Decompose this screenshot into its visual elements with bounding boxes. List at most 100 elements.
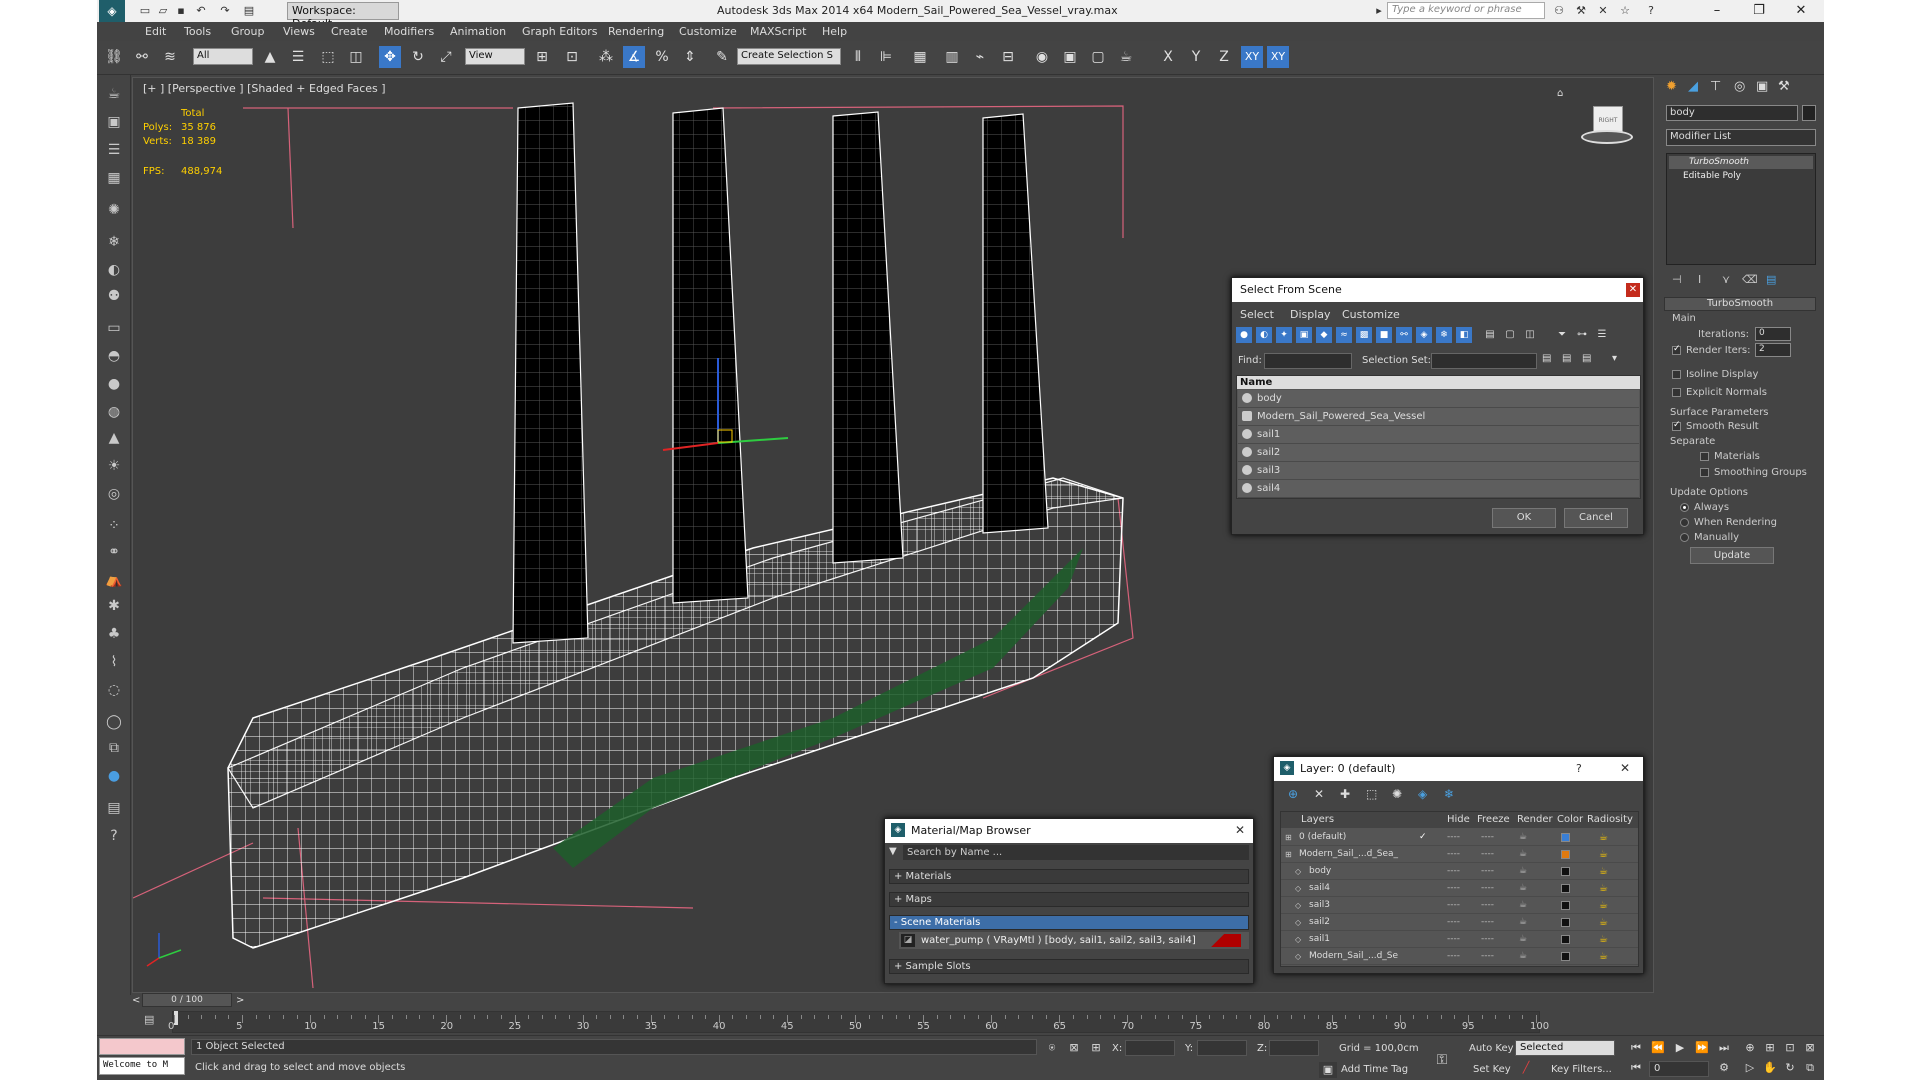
- y-coord-field[interactable]: [1197, 1040, 1247, 1056]
- blue-sphere-icon[interactable]: ●: [102, 765, 126, 787]
- image-icon[interactable]: ▣: [102, 111, 126, 133]
- layer-row[interactable]: ◇ sail2 ---- ---- ☕ ☕: [1281, 914, 1638, 931]
- object-name-field[interactable]: body: [1666, 105, 1798, 121]
- layer-expand-icon[interactable]: ◇: [1295, 880, 1301, 897]
- axis-constraint-z[interactable]: Z: [1213, 46, 1235, 68]
- menu-rendering[interactable]: Rendering: [608, 25, 664, 38]
- render-toggle[interactable]: ☕: [1519, 846, 1527, 863]
- layer-color-swatch[interactable]: [1561, 935, 1570, 944]
- maximize-viewport-icon[interactable]: ⧉: [1801, 1060, 1819, 1076]
- undo-icon[interactable]: ↶: [193, 3, 209, 19]
- time-slider-next[interactable]: >: [236, 995, 244, 1006]
- menu-help[interactable]: Help: [822, 25, 847, 38]
- cancel-button[interactable]: Cancel: [1564, 508, 1628, 528]
- mini-curve-editor-icon[interactable]: ▤: [144, 1013, 154, 1026]
- axis-constraint-y[interactable]: Y: [1185, 46, 1207, 68]
- hemisphere-icon[interactable]: ◓: [102, 345, 126, 367]
- layer-active-check[interactable]: [1419, 931, 1429, 941]
- turbosmooth-rollout-header[interactable]: TurboSmooth: [1664, 297, 1816, 311]
- filter-xrefs-icon[interactable]: ■: [1376, 327, 1392, 343]
- maxscript-listener[interactable]: Welcome to M: [99, 1057, 185, 1075]
- configure-modifiers-icon[interactable]: ▤: [1766, 273, 1776, 286]
- hair-icon[interactable]: ⚉: [102, 285, 126, 307]
- filter-hidden-icon[interactable]: ◧: [1456, 327, 1472, 343]
- display-icon[interactable]: ▤: [102, 797, 126, 819]
- layer-active-check[interactable]: [1419, 948, 1429, 958]
- set-more-icon[interactable]: ▾: [1612, 353, 1617, 364]
- field-of-view-icon[interactable]: ▷: [1741, 1060, 1759, 1076]
- delete-layer-icon[interactable]: ✕: [1314, 787, 1324, 801]
- selection-filter-dropdown[interactable]: All: [193, 48, 253, 65]
- sfs-menu-customize[interactable]: Customize: [1342, 308, 1400, 321]
- hierarchy-tab-icon[interactable]: ⊤: [1710, 79, 1721, 94]
- edit-named-selection-icon[interactable]: ✎: [711, 46, 733, 68]
- cone-icon[interactable]: ▲: [102, 427, 126, 449]
- layer-row[interactable]: ◇ Modern_Sail_...d_Se ---- ---- ☕ ☕: [1281, 948, 1638, 965]
- render-toggle[interactable]: ☕: [1519, 914, 1527, 931]
- time-config-icon[interactable]: ⚙: [1715, 1060, 1733, 1076]
- menu-animation[interactable]: Animation: [450, 25, 506, 38]
- filter-groups-icon[interactable]: ▩: [1356, 327, 1372, 343]
- next-frame-icon[interactable]: ⏩: [1693, 1040, 1711, 1056]
- layer-dialog-help-button[interactable]: ?: [1576, 762, 1582, 775]
- hide-all-icon[interactable]: ◈: [1418, 787, 1427, 801]
- render-toggle[interactable]: ☕: [1519, 880, 1527, 897]
- bind-space-warp-icon[interactable]: ≋: [159, 46, 181, 68]
- set-key-button[interactable]: Set Key: [1473, 1064, 1511, 1075]
- graphite-tools-icon[interactable]: ▥: [941, 46, 963, 68]
- menu-graph-editors[interactable]: Graph Editors: [522, 25, 598, 38]
- update-button[interactable]: Update: [1690, 547, 1774, 564]
- layer-color-swatch[interactable]: [1561, 952, 1570, 961]
- make-unique-icon[interactable]: ⋎: [1722, 273, 1730, 286]
- filter-funnel-icon[interactable]: ⏷: [1554, 327, 1570, 343]
- radiosity-teapot-icon[interactable]: ☕: [1599, 863, 1608, 880]
- maxscript-listener-pink[interactable]: [99, 1038, 185, 1055]
- layer-active-check[interactable]: [1419, 880, 1429, 890]
- shell-icon[interactable]: ✱: [102, 595, 126, 617]
- current-frame-field[interactable]: 0: [1649, 1061, 1709, 1077]
- find-input[interactable]: [1264, 353, 1352, 369]
- update-when-rendering-radio[interactable]: [1680, 518, 1689, 527]
- new-file-icon[interactable]: ▭: [137, 3, 153, 19]
- key-filter-icon[interactable]: ╱: [1517, 1060, 1535, 1076]
- modifier-stack-icon[interactable]: ⧉: [102, 737, 126, 759]
- box-icon[interactable]: ▭: [102, 317, 126, 339]
- update-manually-radio[interactable]: [1680, 533, 1689, 542]
- globe-icon[interactable]: ◎: [102, 483, 126, 505]
- spinner-snap-icon[interactable]: ⇕: [679, 46, 701, 68]
- redo-icon[interactable]: ↷: [217, 3, 233, 19]
- menu-maxscript[interactable]: MAXScript: [750, 25, 806, 38]
- filter-geometry-icon[interactable]: ●: [1236, 327, 1252, 343]
- sphere-map-icon[interactable]: ◯: [102, 711, 126, 733]
- select-invert-icon[interactable]: ◫: [1522, 327, 1538, 343]
- menu-views[interactable]: Views: [283, 25, 315, 38]
- orbit-icon[interactable]: ↻: [1781, 1060, 1799, 1076]
- set-select-icon[interactable]: ▤: [1582, 353, 1591, 364]
- materials-checkbox[interactable]: [1700, 452, 1709, 461]
- curve-editor-icon[interactable]: ⌁: [969, 46, 991, 68]
- hide-toggle[interactable]: ----: [1447, 914, 1460, 931]
- sort-icon[interactable]: ☰: [1594, 327, 1610, 343]
- smoothing-groups-checkbox[interactable]: [1700, 468, 1709, 477]
- set-remove-icon[interactable]: ▤: [1562, 353, 1571, 364]
- layer-row[interactable]: ⊞ Modern_Sail_...d_Sea_ ---- ---- ☕ ☕: [1281, 846, 1638, 863]
- axis-constraint-x[interactable]: X: [1157, 46, 1179, 68]
- update-always-radio[interactable]: [1680, 503, 1689, 512]
- layer-expand-icon[interactable]: ◇: [1295, 931, 1301, 948]
- filter-containers-icon[interactable]: ◈: [1416, 327, 1432, 343]
- sphere-icon[interactable]: ●: [102, 373, 126, 395]
- stack-item-turbosmooth[interactable]: TurboSmooth: [1669, 156, 1813, 169]
- hf-icon[interactable]: ⌇: [102, 651, 126, 673]
- absolute-mode-icon[interactable]: ⊞: [1087, 1040, 1105, 1056]
- angle-snap-icon[interactable]: ∡: [623, 46, 645, 68]
- auto-key-button[interactable]: Auto Key: [1469, 1043, 1514, 1054]
- create-tab-icon[interactable]: ✹: [1666, 79, 1677, 94]
- axis-constraint-xy-cycle[interactable]: XY: [1267, 46, 1289, 68]
- lock-selection-icon[interactable]: ⊠: [1065, 1040, 1083, 1056]
- zoom-all-icon[interactable]: ⊞: [1761, 1040, 1779, 1056]
- zoom-extents-icon[interactable]: ⊡: [1781, 1040, 1799, 1056]
- window-crossing-icon[interactable]: ◫: [345, 46, 367, 68]
- help-circle-icon[interactable]: ?: [102, 825, 126, 847]
- layer-active-check[interactable]: [1419, 897, 1429, 907]
- highlight-selected-icon[interactable]: ✺: [1392, 787, 1402, 801]
